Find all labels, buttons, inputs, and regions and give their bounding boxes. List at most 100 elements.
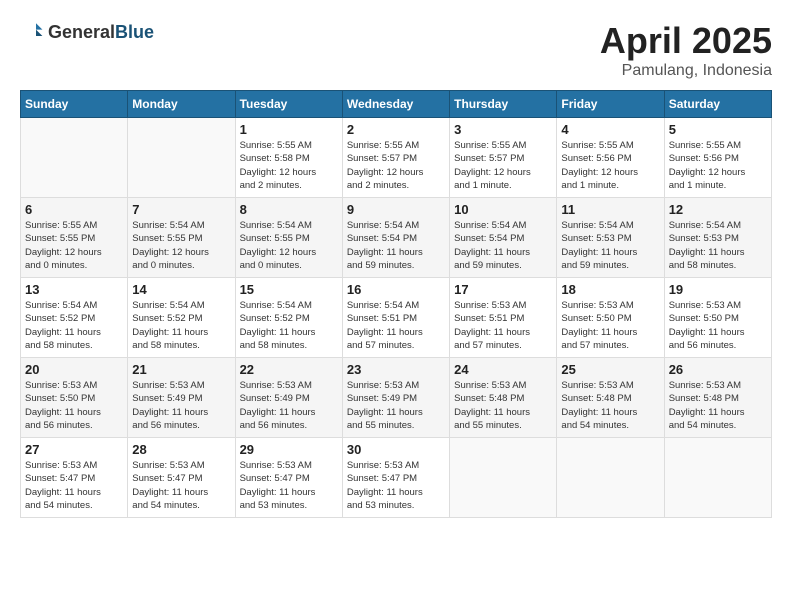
calendar-cell: 16Sunrise: 5:54 AM Sunset: 5:51 PM Dayli… <box>342 278 449 358</box>
day-number: 21 <box>132 362 230 377</box>
day-info: Sunrise: 5:53 AM Sunset: 5:47 PM Dayligh… <box>132 459 230 512</box>
logo-text-general: General <box>48 22 115 42</box>
day-number: 26 <box>669 362 767 377</box>
calendar-cell: 19 Sunrise: 5:53 AM Sunset: 5:50 PM Dayli… <box>664 278 771 358</box>
day-info: Sunrise: 5:55 AM Sunset: 5:55 PM Dayligh… <box>25 219 123 272</box>
calendar-cell: 9 Sunrise: 5:54 AM Sunset: 5:54 PM Daylig… <box>342 198 449 278</box>
logo-text-blue: Blue <box>115 22 154 42</box>
weekday-header-thursday: Thursday <box>450 91 557 118</box>
weekday-header-monday: Monday <box>128 91 235 118</box>
calendar-cell: 25Sunrise: 5:53 AM Sunset: 5:48 PM Dayli… <box>557 358 664 438</box>
day-number: 29 <box>240 442 338 457</box>
weekday-header-wednesday: Wednesday <box>342 91 449 118</box>
calendar-cell: 7Sunrise: 5:54 AM Sunset: 5:55 PM Daylig… <box>128 198 235 278</box>
calendar-week-row: 13 Sunrise: 5:54 AM Sunset: 5:52 PM Dayli… <box>21 278 772 358</box>
calendar-cell: 8 Sunrise: 5:54 AM Sunset: 5:55 PM Daylig… <box>235 198 342 278</box>
calendar-cell: 26 Sunrise: 5:53 AM Sunset: 5:48 PM Dayli… <box>664 358 771 438</box>
day-number: 8 <box>240 202 338 217</box>
day-info: Sunrise: 5:55 AM Sunset: 5:56 PM Dayligh… <box>669 139 767 192</box>
calendar-cell: 10 Sunrise: 5:54 AM Sunset: 5:54 PM Dayli… <box>450 198 557 278</box>
day-info: Sunrise: 5:55 AM Sunset: 5:56 PM Dayligh… <box>561 139 659 192</box>
calendar-cell: 15 Sunrise: 5:54 AM Sunset: 5:52 PM Dayli… <box>235 278 342 358</box>
day-number: 13 <box>25 282 123 297</box>
day-number: 22 <box>240 362 338 377</box>
calendar-cell <box>21 118 128 198</box>
day-info: Sunrise: 5:54 AM Sunset: 5:53 PM Dayligh… <box>561 219 659 272</box>
day-number: 20 <box>25 362 123 377</box>
weekday-header-tuesday: Tuesday <box>235 91 342 118</box>
day-info: Sunrise: 5:55 AM Sunset: 5:58 PM Dayligh… <box>240 139 338 192</box>
day-number: 30 <box>347 442 445 457</box>
page-header: GeneralBlue April 2025 Pamulang, Indones… <box>20 20 772 80</box>
day-number: 5 <box>669 122 767 137</box>
calendar-cell <box>128 118 235 198</box>
day-number: 24 <box>454 362 552 377</box>
calendar-cell: 12 Sunrise: 5:54 AM Sunset: 5:53 PM Dayli… <box>664 198 771 278</box>
day-info: Sunrise: 5:55 AM Sunset: 5:57 PM Dayligh… <box>347 139 445 192</box>
day-info: Sunrise: 5:54 AM Sunset: 5:54 PM Dayligh… <box>347 219 445 272</box>
calendar-cell: 29Sunrise: 5:53 AM Sunset: 5:47 PM Dayli… <box>235 438 342 518</box>
calendar-cell: 22 Sunrise: 5:53 AM Sunset: 5:49 PM Dayli… <box>235 358 342 438</box>
calendar-week-row: 27 Sunrise: 5:53 AM Sunset: 5:47 PM Dayli… <box>21 438 772 518</box>
calendar-cell: 11 Sunrise: 5:54 AM Sunset: 5:53 PM Dayli… <box>557 198 664 278</box>
day-number: 17 <box>454 282 552 297</box>
day-info: Sunrise: 5:55 AM Sunset: 5:57 PM Dayligh… <box>454 139 552 192</box>
day-info: Sunrise: 5:53 AM Sunset: 5:50 PM Dayligh… <box>561 299 659 352</box>
day-info: Sunrise: 5:53 AM Sunset: 5:50 PM Dayligh… <box>25 379 123 432</box>
day-info: Sunrise: 5:54 AM Sunset: 5:52 PM Dayligh… <box>132 299 230 352</box>
calendar-cell <box>450 438 557 518</box>
calendar-cell: 28 Sunrise: 5:53 AM Sunset: 5:47 PM Dayli… <box>128 438 235 518</box>
calendar-cell: 2Sunrise: 5:55 AM Sunset: 5:57 PM Daylig… <box>342 118 449 198</box>
day-number: 11 <box>561 202 659 217</box>
day-number: 25 <box>561 362 659 377</box>
day-number: 3 <box>454 122 552 137</box>
day-info: Sunrise: 5:53 AM Sunset: 5:49 PM Dayligh… <box>240 379 338 432</box>
day-number: 19 <box>669 282 767 297</box>
day-info: Sunrise: 5:54 AM Sunset: 5:52 PM Dayligh… <box>25 299 123 352</box>
calendar-cell: 6 Sunrise: 5:55 AM Sunset: 5:55 PM Daylig… <box>21 198 128 278</box>
day-info: Sunrise: 5:54 AM Sunset: 5:55 PM Dayligh… <box>240 219 338 272</box>
day-number: 16 <box>347 282 445 297</box>
calendar-week-row: 1 Sunrise: 5:55 AM Sunset: 5:58 PM Daylig… <box>21 118 772 198</box>
calendar-header-row: SundayMondayTuesdayWednesdayThursdayFrid… <box>21 91 772 118</box>
day-info: Sunrise: 5:53 AM Sunset: 5:49 PM Dayligh… <box>132 379 230 432</box>
calendar-cell: 27Sunrise: 5:53 AM Sunset: 5:47 PM Dayli… <box>21 438 128 518</box>
calendar-week-row: 20 Sunrise: 5:53 AM Sunset: 5:50 PM Dayli… <box>21 358 772 438</box>
day-number: 27 <box>25 442 123 457</box>
day-number: 18 <box>561 282 659 297</box>
day-number: 4 <box>561 122 659 137</box>
calendar-cell <box>557 438 664 518</box>
calendar-cell: 13 Sunrise: 5:54 AM Sunset: 5:52 PM Dayli… <box>21 278 128 358</box>
day-number: 10 <box>454 202 552 217</box>
day-number: 12 <box>669 202 767 217</box>
calendar-cell: 17 Sunrise: 5:53 AM Sunset: 5:51 PM Dayli… <box>450 278 557 358</box>
day-info: Sunrise: 5:54 AM Sunset: 5:54 PM Dayligh… <box>454 219 552 272</box>
day-info: Sunrise: 5:54 AM Sunset: 5:53 PM Dayligh… <box>669 219 767 272</box>
calendar-cell: 3 Sunrise: 5:55 AM Sunset: 5:57 PM Daylig… <box>450 118 557 198</box>
day-info: Sunrise: 5:53 AM Sunset: 5:51 PM Dayligh… <box>454 299 552 352</box>
logo-icon <box>20 20 44 44</box>
day-number: 7 <box>132 202 230 217</box>
weekday-header-sunday: Sunday <box>21 91 128 118</box>
day-info: Sunrise: 5:53 AM Sunset: 5:50 PM Dayligh… <box>669 299 767 352</box>
day-info: Sunrise: 5:53 AM Sunset: 5:49 PM Dayligh… <box>347 379 445 432</box>
title-area: April 2025 Pamulang, Indonesia <box>600 20 772 80</box>
weekday-header-saturday: Saturday <box>664 91 771 118</box>
calendar-cell: 14Sunrise: 5:54 AM Sunset: 5:52 PM Dayli… <box>128 278 235 358</box>
day-number: 15 <box>240 282 338 297</box>
location-title: Pamulang, Indonesia <box>600 62 772 80</box>
calendar-cell: 21 Sunrise: 5:53 AM Sunset: 5:49 PM Dayli… <box>128 358 235 438</box>
calendar-cell: 20 Sunrise: 5:53 AM Sunset: 5:50 PM Dayli… <box>21 358 128 438</box>
calendar-cell: 1 Sunrise: 5:55 AM Sunset: 5:58 PM Daylig… <box>235 118 342 198</box>
day-number: 1 <box>240 122 338 137</box>
day-number: 6 <box>25 202 123 217</box>
day-number: 9 <box>347 202 445 217</box>
day-number: 28 <box>132 442 230 457</box>
calendar-cell: 5 Sunrise: 5:55 AM Sunset: 5:56 PM Daylig… <box>664 118 771 198</box>
day-info: Sunrise: 5:53 AM Sunset: 5:48 PM Dayligh… <box>669 379 767 432</box>
calendar-table: SundayMondayTuesdayWednesdayThursdayFrid… <box>20 90 772 518</box>
calendar-cell: 18 Sunrise: 5:53 AM Sunset: 5:50 PM Dayli… <box>557 278 664 358</box>
weekday-header-friday: Friday <box>557 91 664 118</box>
day-info: Sunrise: 5:54 AM Sunset: 5:52 PM Dayligh… <box>240 299 338 352</box>
calendar-cell: 4 Sunrise: 5:55 AM Sunset: 5:56 PM Daylig… <box>557 118 664 198</box>
